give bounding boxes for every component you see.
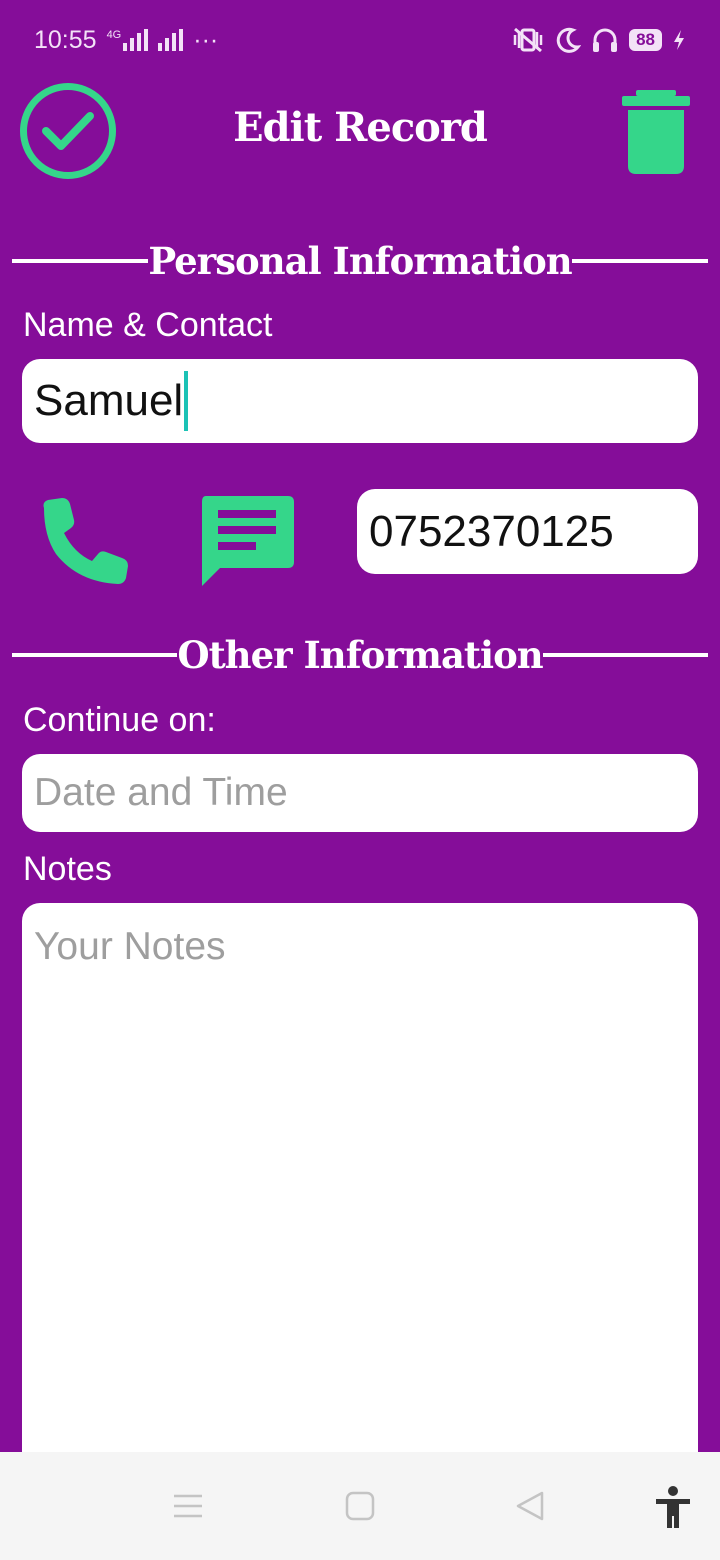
home-icon[interactable] — [344, 1490, 376, 1522]
section-title-personal: Personal Information — [148, 239, 572, 283]
mute-vibrate-icon — [513, 27, 543, 53]
phone-number-value: 0752370125 — [369, 506, 614, 556]
signal-icon: 4G — [107, 29, 149, 51]
text-caret — [184, 371, 189, 431]
moon-icon — [556, 27, 582, 53]
notes-placeholder: Your Notes — [34, 925, 226, 968]
section-divider-personal: Personal Information — [12, 234, 708, 288]
date-time-input[interactable]: Date and Time — [22, 754, 698, 832]
app-header: Edit Record — [0, 80, 720, 184]
notes-textarea[interactable]: Your Notes — [22, 903, 698, 1463]
signal-icon — [158, 29, 184, 51]
status-right: 88 — [511, 26, 686, 54]
charging-icon — [674, 30, 684, 50]
trash-icon[interactable] — [622, 90, 690, 174]
menu-icon[interactable] — [172, 1490, 204, 1522]
battery-icon: 88 — [629, 29, 662, 51]
status-left: 10:55 4G ··· — [34, 26, 218, 55]
page-title: Edit Record — [233, 104, 488, 151]
accessibility-icon[interactable] — [654, 1486, 692, 1530]
name-input-value: Samuel — [34, 376, 184, 425]
date-time-placeholder: Date and Time — [34, 771, 288, 814]
battery-level: 88 — [636, 30, 655, 49]
headphones-icon — [593, 28, 618, 52]
name-contact-label: Name & Contact — [23, 306, 273, 344]
message-icon[interactable] — [200, 496, 294, 586]
network-type-label: 4G — [106, 29, 122, 41]
section-divider-other: Other Information — [12, 628, 709, 682]
name-input[interactable]: Samuel — [22, 359, 698, 443]
phone-number-input[interactable]: 0752370125 — [357, 489, 698, 574]
status-time: 10:55 — [34, 25, 97, 54]
notes-label: Notes — [23, 850, 112, 888]
more-icon: ··· — [193, 25, 219, 54]
status-bar: 10:55 4G ··· 88 — [0, 0, 720, 80]
navigation-bar — [0, 1452, 720, 1560]
phone-icon[interactable] — [40, 498, 130, 584]
back-icon[interactable] — [514, 1490, 546, 1522]
continue-on-label: Continue on: — [23, 701, 216, 739]
section-title-other: Other Information — [177, 633, 543, 677]
